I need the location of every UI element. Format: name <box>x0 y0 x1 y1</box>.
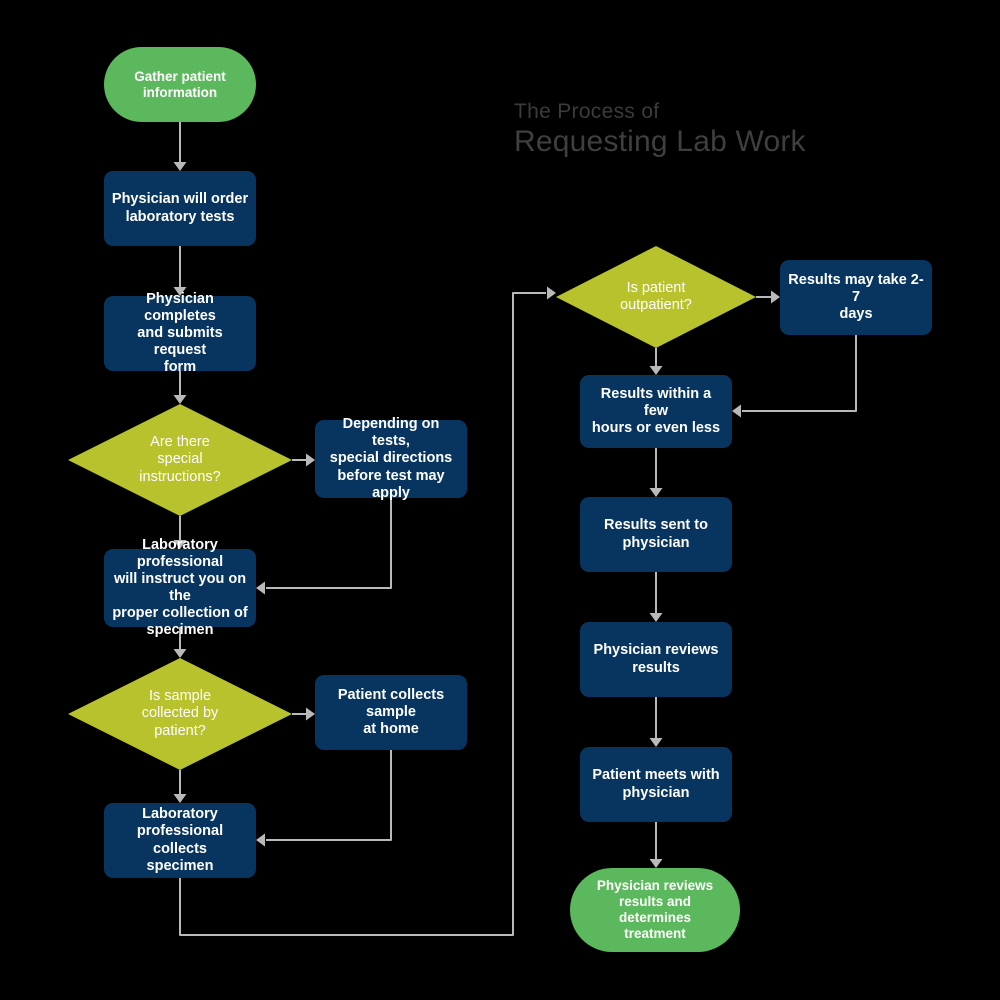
connector-e4 <box>292 453 315 467</box>
node-label: Depending on tests, special directions b… <box>329 416 453 501</box>
connector-e8 <box>292 707 315 721</box>
connector-e15 <box>649 448 663 497</box>
node-is-sample-collected-by-patient[interactable]: Is sample collected by patient? <box>68 658 292 770</box>
node-physician-will-order-laboratory-tests[interactable]: Physician will order laboratory tests <box>104 171 256 246</box>
node-label: Physician will order laboratory tests <box>111 191 249 225</box>
node-physician-reviews-results[interactable]: Physician reviews results <box>580 622 732 697</box>
node-label: Physician completes and submits request … <box>137 290 223 376</box>
node-is-patient-outpatient[interactable]: Is patient outpatient? <box>556 246 756 348</box>
node-label: Laboratory professional collects specime… <box>136 806 224 874</box>
node-label: Gather patient information <box>134 68 226 100</box>
title-subtitle: The Process of <box>514 100 660 123</box>
chart-title-block: The Process of Requesting Lab Work <box>514 100 806 160</box>
node-label: Physician reviews results <box>593 642 719 676</box>
title-main: Requesting Lab Work <box>514 125 806 159</box>
node-label: Patient meets with physician <box>592 767 720 801</box>
connector-e18 <box>649 822 663 868</box>
node-patient-collects-sample-at-home[interactable]: Patient collects sample at home <box>315 675 467 750</box>
node-label: Results may take 2-7 days <box>788 271 924 323</box>
node-laboratory-professional-collects-specimen[interactable]: Laboratory professional collects specime… <box>104 803 256 878</box>
node-label: Is patient outpatient? <box>620 279 692 313</box>
connector-e17 <box>649 697 663 747</box>
node-are-there-special-instructions[interactable]: Are there special instructions? <box>68 404 292 516</box>
connector-e1 <box>173 122 187 171</box>
node-results-sent-to-physician[interactable]: Results sent to physician <box>580 497 732 572</box>
node-label: Are there special instructions? <box>139 434 221 485</box>
node-label: Patient collects sample at home <box>337 686 445 738</box>
node-laboratory-professional-will-instruct-you[interactable]: Laboratory professional will instruct yo… <box>104 537 256 638</box>
node-label: Results within a few hours or even less <box>591 385 721 437</box>
connector-e2 <box>173 246 187 296</box>
node-physician-reviews-results-and-determines-treatment[interactable]: Physician reviews results and determines… <box>570 868 740 952</box>
node-physician-completes-and-submits-request-form[interactable]: Physician completes and submits request … <box>104 291 256 375</box>
flowchart-canvas: The Process of Requesting Lab Work Gathe… <box>0 0 1000 1000</box>
node-results-within-a-few-hours-or-even-less[interactable]: Results within a few hours or even less <box>580 375 732 448</box>
node-label: Laboratory professional will instruct yo… <box>112 536 248 639</box>
node-results-may-take-2-7-days[interactable]: Results may take 2-7 days <box>780 260 932 335</box>
node-label: Results sent to physician <box>604 517 708 551</box>
node-label: Physician reviews results and determines… <box>596 878 714 941</box>
node-gather-patient-information[interactable]: Gather patient information <box>104 47 256 122</box>
node-depending-on-tests-special-directions[interactable]: Depending on tests, special directions b… <box>315 416 467 501</box>
connector-e16 <box>649 572 663 622</box>
node-label: Is sample collected by patient? <box>141 688 219 739</box>
connector-e12 <box>756 290 780 304</box>
connector-e13 <box>649 348 663 375</box>
connector-e9 <box>173 770 187 803</box>
node-patient-meets-with-physician[interactable]: Patient meets with physician <box>580 747 732 822</box>
